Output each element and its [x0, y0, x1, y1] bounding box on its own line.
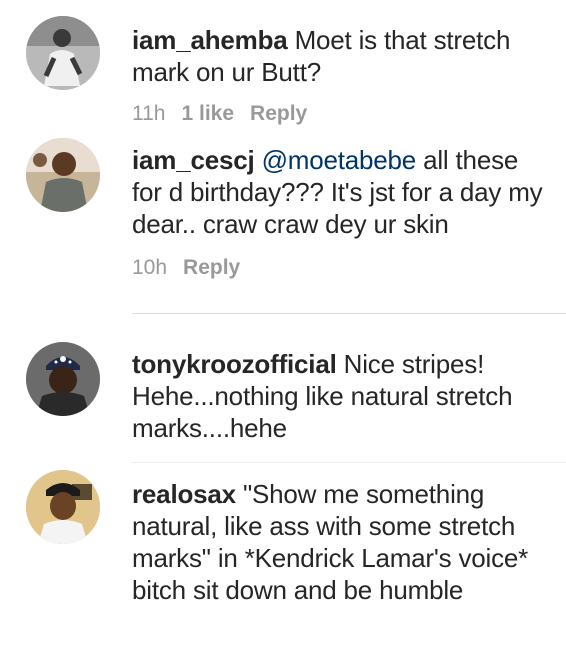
avatar[interactable] — [26, 138, 100, 212]
comment-likes[interactable]: 1 like — [181, 102, 234, 126]
comment-time: 10h — [132, 256, 168, 279]
avatar[interactable] — [26, 342, 100, 416]
comment-body: iam_cescj @moetabebe all these for d bir… — [132, 144, 552, 240]
reply-button[interactable]: Reply — [183, 256, 240, 280]
comment-body: iam_ahemba Moet is that stretch mark on … — [132, 24, 552, 88]
avatar[interactable] — [26, 16, 100, 90]
avatar-image — [26, 470, 100, 544]
comment-username[interactable]: tonykroozofficial — [132, 349, 337, 379]
comment-meta: 11h 1 like Reply — [132, 102, 307, 126]
comment-time: 11h — [132, 102, 166, 125]
comment-username[interactable]: realosax — [132, 479, 236, 509]
comment-username[interactable]: iam_cescj — [132, 145, 255, 175]
avatar-image — [26, 138, 100, 212]
comment-mention[interactable]: @moetabebe — [262, 145, 417, 175]
avatar-image — [26, 342, 100, 416]
comment-body: realosax "Show me something natural, lik… — [132, 478, 552, 606]
avatar-image — [26, 16, 100, 90]
reply-button[interactable]: Reply — [250, 102, 307, 126]
avatar[interactable] — [26, 470, 100, 544]
comment-body: tonykroozofficial Nice stripes! Hehe...n… — [132, 348, 552, 444]
comment-username[interactable]: iam_ahemba — [132, 25, 288, 55]
comment-divider — [132, 462, 566, 463]
comment-divider — [132, 313, 566, 314]
comment-meta: 10h Reply — [132, 256, 240, 280]
